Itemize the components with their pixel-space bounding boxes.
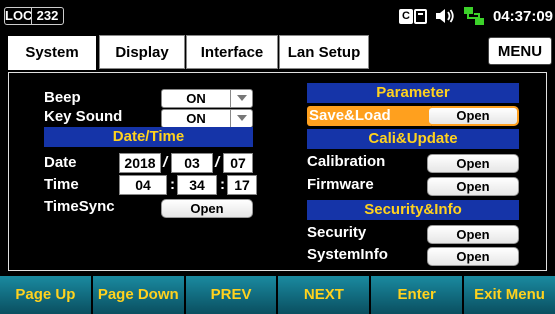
date-separator: / xyxy=(163,154,168,171)
status-icons: C 04:37:09 xyxy=(398,6,553,26)
time-hour-field[interactable]: 04 xyxy=(119,175,167,195)
date-day-field[interactable]: 07 xyxy=(223,153,253,173)
firmware-open-button[interactable]: Open xyxy=(427,177,519,196)
calibration-open-button[interactable]: Open xyxy=(427,154,519,173)
clock-time: 04:37:09 xyxy=(492,7,553,25)
time-label: Time xyxy=(44,176,79,193)
beep-label: Beep xyxy=(44,89,81,106)
key-sound-select[interactable]: ON xyxy=(161,109,253,128)
date-month-field[interactable]: 03 xyxy=(171,153,213,173)
time-separator: : xyxy=(170,176,175,193)
date-time-header: Date/Time xyxy=(44,127,253,147)
remote-status-badge: LOC 232 xyxy=(4,7,64,25)
parameter-header: Parameter xyxy=(307,83,519,103)
lan-icon xyxy=(463,7,484,25)
save-load-open-button[interactable]: Open xyxy=(427,106,519,126)
loc-indicator: LOC xyxy=(5,8,33,23)
systeminfo-label: SystemInfo xyxy=(307,246,388,263)
softkey-bar: Page Up Page Down PREV NEXT Enter Exit M… xyxy=(0,276,555,314)
beep-select[interactable]: ON xyxy=(161,89,253,108)
system-settings-panel: Beep ON Key Sound ON Date/Time Date 2018… xyxy=(8,72,547,271)
chevron-down-icon xyxy=(230,90,252,107)
time-separator: : xyxy=(220,176,225,193)
timesync-label: TimeSync xyxy=(44,198,115,215)
firmware-label: Firmware xyxy=(307,176,374,193)
calibration-label: Calibration xyxy=(307,153,386,170)
time-second-field[interactable]: 17 xyxy=(227,175,257,195)
speaker-icon xyxy=(435,9,454,23)
security-info-header: Security&Info xyxy=(307,200,519,220)
security-open-button[interactable]: Open xyxy=(427,225,519,244)
date-separator: / xyxy=(215,154,220,171)
tab-interface[interactable]: Interface xyxy=(186,35,278,69)
date-label: Date xyxy=(44,154,77,171)
interface-icon: C xyxy=(398,8,427,24)
tab-lan-setup[interactable]: Lan Setup xyxy=(279,35,369,69)
save-load-label: Save&Load xyxy=(307,106,431,126)
tab-display[interactable]: Display xyxy=(99,35,185,69)
exit-menu-softkey[interactable]: Exit Menu xyxy=(464,276,555,314)
page-down-softkey[interactable]: Page Down xyxy=(92,276,186,314)
interface-number: 232 xyxy=(31,8,63,24)
page-up-softkey[interactable]: Page Up xyxy=(0,276,93,314)
status-bar: LOC 232 C 04:37:09 xyxy=(0,0,555,30)
enter-softkey[interactable]: Enter xyxy=(371,276,465,314)
cali-update-header: Cali&Update xyxy=(307,129,519,149)
tab-bar: System Display Interface Lan Setup MENU xyxy=(0,32,555,72)
time-minute-field[interactable]: 34 xyxy=(177,175,217,195)
key-sound-label: Key Sound xyxy=(44,108,123,125)
systeminfo-open-button[interactable]: Open xyxy=(427,247,519,266)
menu-button[interactable]: MENU xyxy=(488,37,552,65)
chevron-down-icon xyxy=(230,110,252,127)
timesync-open-button[interactable]: Open xyxy=(161,199,253,218)
next-softkey[interactable]: NEXT xyxy=(278,276,372,314)
security-label: Security xyxy=(307,224,367,241)
tab-system[interactable]: System xyxy=(6,34,98,72)
prev-softkey[interactable]: PREV xyxy=(185,276,279,314)
date-year-field[interactable]: 2018 xyxy=(119,153,161,173)
